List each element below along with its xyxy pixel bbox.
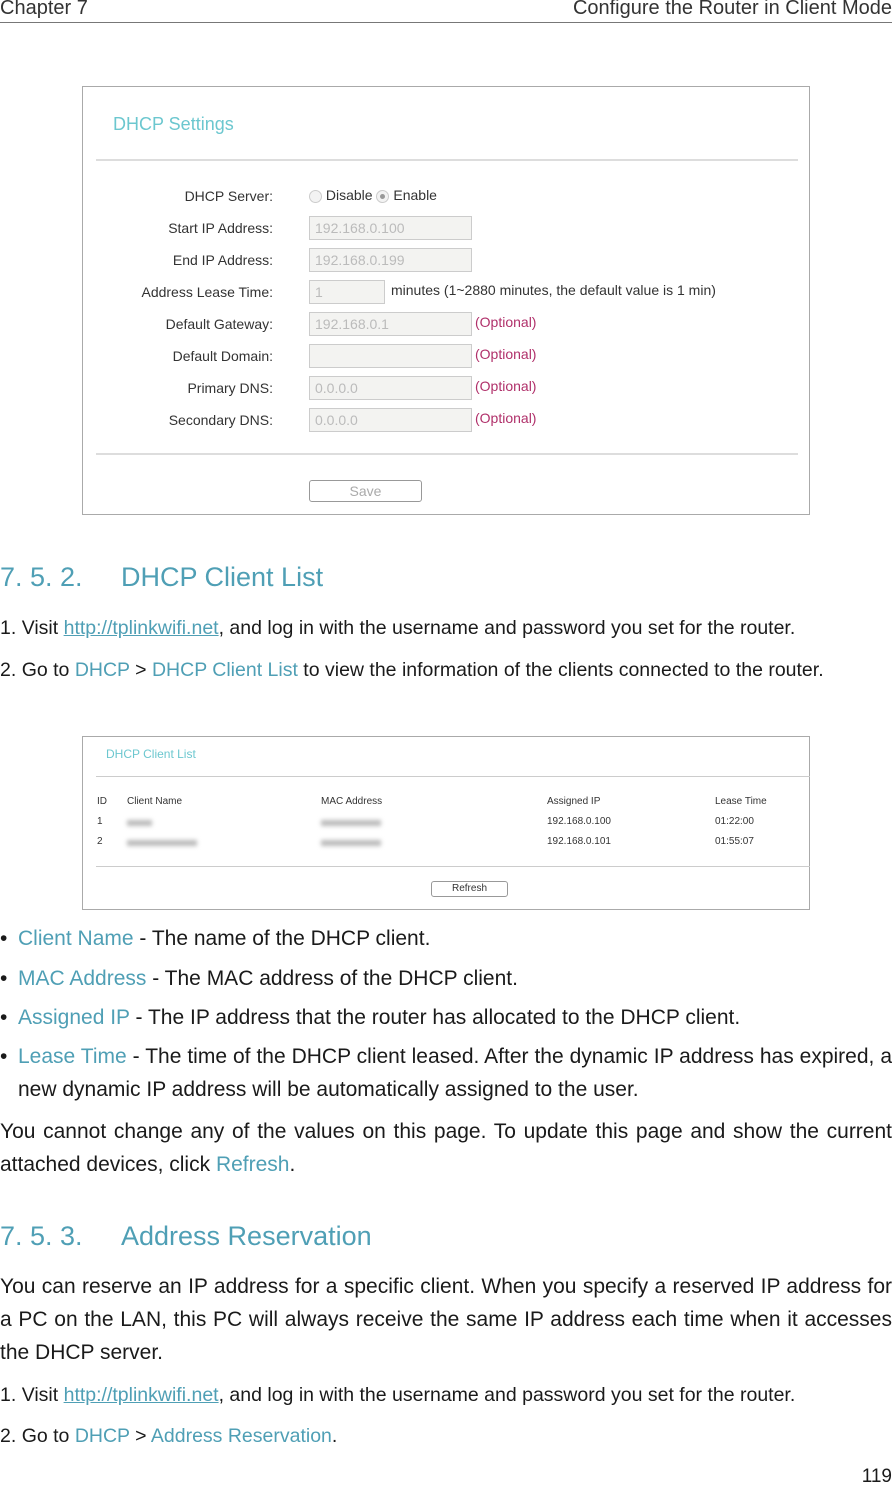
tplinkwifi-link[interactable]: http://tplinkwifi.net (64, 1384, 219, 1406)
bullet-term: Lease Time (18, 1045, 127, 1068)
section-number: 7. 5. 2. (0, 562, 83, 592)
menu-dhcp: DHCP (74, 1425, 130, 1447)
field-label: Primary DNS: (187, 380, 273, 396)
section-title: DHCP Client List (121, 562, 324, 592)
bullet-item: • Client Name - The name of the DHCP clie… (0, 927, 431, 950)
section-number: 7. 5. 3. (0, 1221, 83, 1251)
field-label: Default Domain: (172, 348, 273, 364)
column-header: MAC Address (321, 796, 383, 807)
field-input[interactable]: 192.168.0.199 (309, 248, 472, 272)
field-label: Default Gateway: (165, 316, 273, 332)
header-divider (0, 22, 892, 23)
column-header: Client Name (127, 796, 183, 807)
intro-paragraph: You can reserve an IP address for a spec… (0, 1275, 892, 1364)
cell-id: 1 (97, 816, 103, 827)
blurred-client-name (127, 820, 152, 826)
step-1: 1. Visit http://tplinkwifi.net, and log … (0, 617, 796, 639)
enable-label: Enable (393, 187, 437, 203)
column-header: Lease Time (715, 796, 767, 807)
dhcp-settings-screenshot: DHCP Settings DHCP Server: Disable Enabl… (82, 86, 810, 515)
cell-lease: 01:55:07 (715, 836, 754, 847)
field-label: Secondary DNS: (168, 412, 273, 428)
disable-label: Disable (325, 187, 373, 203)
column-header: Assigned IP (547, 796, 601, 807)
section-heading-752: 7. 5. 2. DHCP Client List (0, 562, 323, 593)
save-button[interactable]: Save (309, 480, 422, 502)
chapter-title: Configure the Router in Client Mode (572, 0, 892, 19)
dhcp-server-radios: Disable Enable (309, 187, 437, 203)
menu-dhcp: DHCP (74, 659, 130, 681)
blurred-client-name (127, 840, 197, 846)
field-note: minutes (1~2880 minutes, the default val… (391, 282, 716, 298)
field-input[interactable] (309, 344, 472, 368)
dhcp-server-label: DHCP Server: (184, 188, 273, 204)
bullet-text: - The IP address that the router has all… (129, 1006, 741, 1029)
step-1: 1. Visit http://tplinkwifi.net, and log … (0, 1384, 796, 1406)
bullet-text: - The name of the DHCP client. (133, 927, 431, 950)
refresh-button[interactable]: Refresh (431, 881, 508, 897)
panel-title: DHCP Client List (106, 747, 196, 761)
note-paragraph: You cannot change any of the values on t… (0, 1120, 892, 1176)
field-input[interactable]: 0.0.0.0 (309, 408, 472, 432)
refresh-reference: Refresh (215, 1153, 290, 1176)
field-input[interactable]: 192.168.0.100 (309, 216, 472, 240)
dhcp-client-list-screenshot: DHCP Client List ID Client Name MAC Addres… (82, 736, 810, 910)
field-input[interactable]: 0.0.0.0 (309, 376, 472, 400)
cell-ip: 192.168.0.100 (547, 816, 611, 827)
enable-radio[interactable] (376, 189, 390, 203)
divider (96, 776, 810, 777)
cell-lease: 01:22:00 (715, 816, 754, 827)
divider (96, 453, 798, 455)
field-label: Start IP Address: (168, 220, 273, 236)
field-input[interactable]: 192.168.0.1 (309, 312, 472, 336)
cell-id: 2 (97, 836, 103, 847)
bullet-term: Assigned IP (18, 1006, 130, 1029)
bullet-item: • MAC Address - The MAC address of the DH… (0, 967, 518, 990)
divider (96, 159, 798, 161)
field-note: (Optional) (475, 314, 537, 330)
chapter-label: Chapter 7 (0, 0, 88, 19)
section-title: Address Reservation (121, 1221, 372, 1251)
panel-title: DHCP Settings (113, 114, 234, 134)
bullet-term: Client Name (18, 927, 134, 950)
blurred-mac-address (321, 840, 381, 846)
field-label: End IP Address: (172, 252, 273, 268)
bullet-text: - The time of the DHCP client leased. Af… (18, 1045, 892, 1101)
disable-radio[interactable] (309, 189, 322, 203)
bullet-text: - The MAC address of the DHCP client. (146, 967, 518, 990)
field-label: Address Lease Time: (141, 284, 273, 300)
divider (96, 866, 810, 867)
blurred-mac-address (321, 820, 381, 826)
step-2: 2. Go to DHCP > DHCP Client List to view… (0, 659, 824, 681)
bullet-item: • Assigned IP - The IP address that the r… (0, 1006, 741, 1029)
tplinkwifi-link[interactable]: http://tplinkwifi.net (64, 617, 219, 639)
step-2: 2. Go to DHCP > Address Reservation. (0, 1425, 338, 1447)
field-note: (Optional) (475, 346, 537, 362)
cell-ip: 192.168.0.101 (547, 836, 611, 847)
column-header: ID (97, 796, 107, 807)
menu-dhcp-client-list: DHCP Client List (151, 659, 298, 681)
menu-address-reservation: Address Reservation (150, 1425, 332, 1447)
bullet-term: MAC Address (18, 967, 147, 990)
field-note: (Optional) (475, 410, 537, 426)
section-heading-753: 7. 5. 3. Address Reservation (0, 1221, 372, 1252)
field-note: (Optional) (475, 378, 537, 394)
bullet-item: • Lease Time - The time of the DHCP clien… (0, 1045, 892, 1101)
field-input[interactable]: 1 (309, 280, 385, 304)
